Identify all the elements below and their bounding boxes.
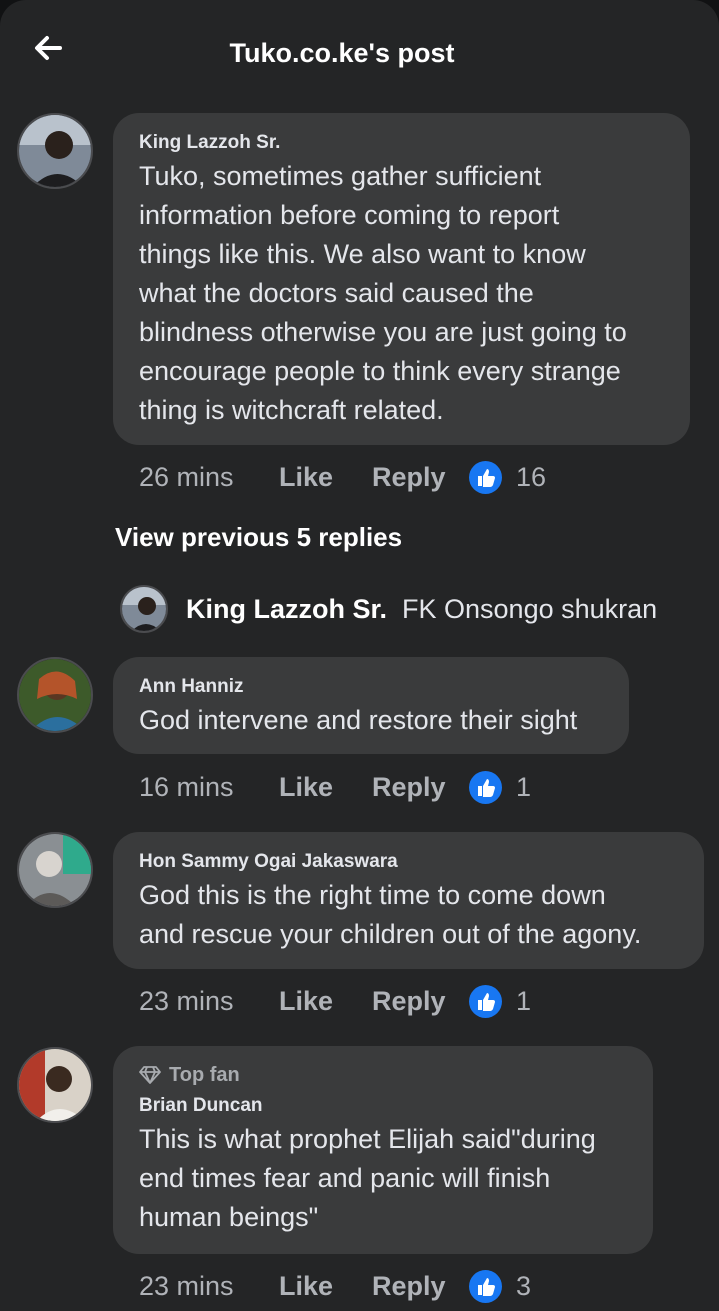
comment-text-line: and rescue your children out of the agon…: [139, 919, 642, 949]
comment-text-line: what the doctors said caused the: [139, 278, 534, 308]
comment-actions: 16 mins Like Reply 1: [139, 767, 531, 807]
thumbs-up-icon[interactable]: [469, 1269, 502, 1303]
comment-text-line: This is what prophet Elijah said"during: [139, 1124, 596, 1154]
thumbs-up-icon[interactable]: [469, 460, 502, 494]
reaction-count[interactable]: 16: [516, 462, 546, 493]
comment-author[interactable]: Brian Duncan: [139, 1094, 627, 1118]
comment-bubble[interactable]: King Lazzoh Sr. Tuko, sometimes gather s…: [113, 113, 690, 445]
reply-button[interactable]: Reply: [372, 772, 469, 803]
page-title: Tuko.co.ke's post: [229, 38, 455, 68]
comment-bubble[interactable]: Hon Sammy Ogai Jakaswara God this is the…: [113, 832, 704, 969]
post-comments-screen: Tuko.co.ke's post King Lazzoh Sr. Tuko, …: [0, 0, 719, 1311]
comment-time[interactable]: 23 mins: [139, 1271, 279, 1302]
header: Tuko.co.ke's post: [0, 0, 719, 100]
avatar[interactable]: [17, 1047, 93, 1123]
avatar[interactable]: [17, 657, 93, 733]
reply-button[interactable]: Reply: [372, 1271, 469, 1302]
comment-author[interactable]: Hon Sammy Ogai Jakaswara: [139, 850, 678, 874]
comment-text-line: end times fear and panic will finish: [139, 1163, 551, 1193]
comment-text-line: God intervene and restore their sight: [139, 705, 578, 735]
like-button[interactable]: Like: [279, 986, 372, 1017]
comment-text-line: things like this. We also want to know: [139, 239, 586, 269]
like-button[interactable]: Like: [279, 1271, 372, 1302]
reply-button[interactable]: Reply: [372, 462, 469, 493]
avatar[interactable]: [120, 585, 168, 633]
reply-preview[interactable]: King Lazzoh Sr. FK Onsongo shukran: [120, 584, 657, 634]
view-previous-replies[interactable]: View previous 5 replies: [115, 522, 402, 553]
comment-text: God this is the right time to come down …: [139, 876, 678, 954]
reaction-count[interactable]: 3: [516, 1271, 531, 1302]
comment-text-line: information before coming to report: [139, 200, 560, 230]
reaction-count[interactable]: 1: [516, 986, 531, 1017]
thumbs-up-icon[interactable]: [469, 984, 502, 1018]
comment-time[interactable]: 16 mins: [139, 772, 279, 803]
comment-author[interactable]: Ann Hanniz: [139, 675, 603, 699]
comment-bubble[interactable]: Ann Hanniz God intervene and restore the…: [113, 657, 629, 754]
comment-actions: 26 mins Like Reply 16: [139, 457, 546, 497]
comment-text-line: thing is witchcraft related.: [139, 395, 444, 425]
like-button[interactable]: Like: [279, 462, 372, 493]
top-fan-badge: Top fan: [139, 1062, 627, 1088]
top-fan-label: Top fan: [169, 1064, 240, 1086]
comment-text-line: Tuko, sometimes gather sufficient: [139, 161, 542, 191]
comment-author[interactable]: King Lazzoh Sr.: [139, 131, 664, 155]
avatar[interactable]: [17, 113, 93, 189]
comment-text-line: human beings": [139, 1202, 319, 1232]
comment-text-line: blindness otherwise you are just going t…: [139, 317, 627, 347]
reaction-count[interactable]: 1: [516, 772, 531, 803]
comment-text: Tuko, sometimes gather sufficient inform…: [139, 157, 664, 430]
like-button[interactable]: Like: [279, 772, 372, 803]
diamond-icon: [139, 1066, 161, 1084]
comment-text-line: God this is the right time to come down: [139, 880, 606, 910]
comment-text: This is what prophet Elijah said"during …: [139, 1120, 627, 1237]
comment-text-line: encourage people to think every strange: [139, 356, 621, 386]
comment-time[interactable]: 26 mins: [139, 462, 279, 493]
comment-time[interactable]: 23 mins: [139, 986, 279, 1017]
reply-text: FK Onsongo shukran: [402, 593, 658, 624]
comment-actions: 23 mins Like Reply 3: [139, 1266, 531, 1306]
comment-actions: 23 mins Like Reply 1: [139, 981, 531, 1021]
comment-text: God intervene and restore their sight: [139, 701, 603, 740]
avatar[interactable]: [17, 832, 93, 908]
reply-author[interactable]: King Lazzoh Sr.: [186, 594, 387, 625]
comment-bubble[interactable]: Top fan Brian Duncan This is what prophe…: [113, 1046, 653, 1254]
thumbs-up-icon[interactable]: [469, 770, 502, 804]
reply-button[interactable]: Reply: [372, 986, 469, 1017]
